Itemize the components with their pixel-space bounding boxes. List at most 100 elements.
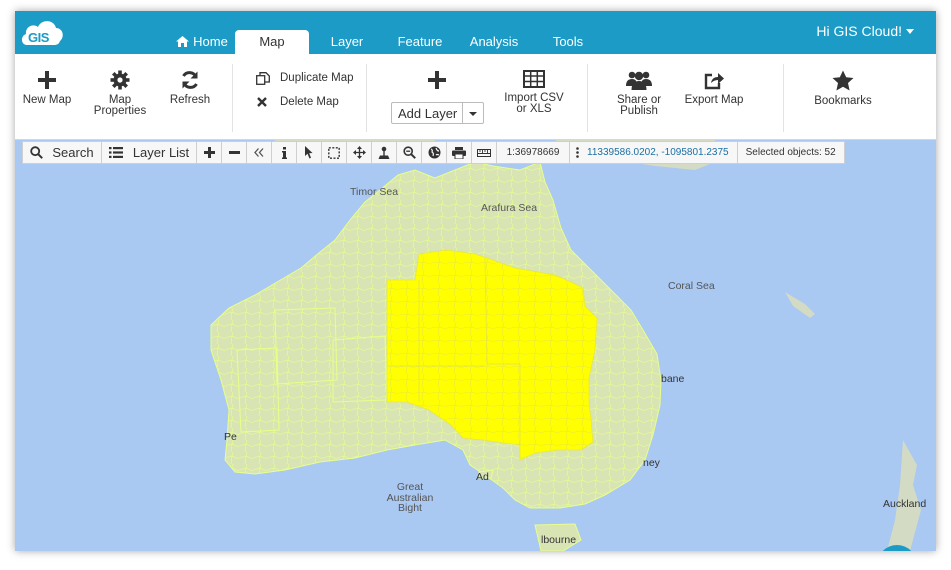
share-label-2: Publish [620, 105, 658, 117]
gear-icon [110, 70, 130, 90]
label-arafura-sea: Arafura Sea [481, 202, 538, 214]
tab-layer-label: Layer [330, 34, 364, 49]
import-csv-button[interactable]: Import CSV or XLS [499, 54, 569, 140]
zoom-in-button[interactable] [197, 142, 222, 163]
tab-map-label: Map [259, 34, 285, 49]
select-pointer-button[interactable] [297, 142, 322, 163]
users-icon [626, 71, 652, 90]
scale-value: 1:36978669 [506, 147, 560, 158]
delete-map-button[interactable]: Delete Map [256, 93, 366, 111]
kebab-menu-icon[interactable] [576, 147, 579, 158]
zoom-out-button[interactable] [222, 142, 247, 163]
duplicate-map-button[interactable]: Duplicate Map [256, 69, 366, 87]
refresh-icon [182, 71, 198, 89]
plus-icon [428, 71, 446, 89]
tab-layer[interactable]: Layer [315, 30, 379, 54]
refresh-label: Refresh [169, 94, 211, 106]
plus-icon [203, 147, 215, 158]
pin-button[interactable] [372, 142, 397, 163]
home-icon [176, 36, 190, 47]
tab-tools-label: Tools [552, 34, 584, 49]
pointer-icon [304, 146, 312, 159]
delete-map-label: Delete Map [280, 96, 339, 108]
refresh-button[interactable]: Refresh [163, 54, 217, 140]
tab-feature-label: Feature [397, 34, 443, 49]
box-select-button[interactable] [322, 142, 347, 163]
map-canvas[interactable]: Timor Sea Arafura Sea Coral Sea bane ney… [15, 140, 936, 551]
label-perth: Pe [224, 431, 237, 443]
bight-line-3: Bight [398, 502, 422, 514]
layer-list-button[interactable]: Layer List [102, 142, 197, 163]
search-label: Search [52, 145, 94, 160]
label-great-australian-bight: Great Australian Bight [375, 482, 445, 514]
map-properties-label-2: Properties [93, 105, 147, 117]
share-publish-button[interactable]: Share or Publish [607, 54, 671, 140]
new-map-button[interactable]: New Map [19, 54, 75, 140]
double-chevron-left-icon [254, 148, 264, 157]
tab-feature[interactable]: Feature [387, 30, 453, 54]
search-button[interactable]: Search [23, 142, 102, 163]
top-bar: GIS Home Map Layer Feature Analysis Tool… [15, 11, 936, 54]
print-button[interactable] [447, 142, 472, 163]
tab-home-label: Home [193, 34, 228, 49]
plus-icon [38, 71, 56, 89]
caret-down-icon [906, 29, 914, 34]
export-map-label: Export Map [684, 94, 744, 106]
tab-analysis-label: Analysis [469, 34, 519, 49]
selected-objects-count: Selected objects: 52 [738, 142, 844, 163]
star-icon [832, 70, 854, 91]
collapse-toolbar-button[interactable] [247, 142, 272, 163]
zoom-icon [402, 146, 416, 159]
label-melbourne: lbourne [541, 534, 577, 546]
import-label-2: or XLS [516, 103, 552, 115]
add-layer-plus-button[interactable] [417, 54, 457, 94]
user-greeting: Hi GIS Cloud! [816, 23, 902, 39]
app-window: GIS Home Map Layer Feature Analysis Tool… [15, 11, 936, 551]
coordinates-value: 11339586.0202, -1095801.2375 [587, 147, 729, 158]
globe-button[interactable] [422, 142, 447, 163]
export-map-button[interactable]: Export Map [679, 54, 749, 140]
tab-tools[interactable]: Tools [538, 30, 598, 54]
layer-list-label: Layer List [132, 145, 190, 160]
ruler-icon [477, 148, 491, 157]
tab-map[interactable]: Map [235, 30, 309, 54]
tab-home[interactable]: Home [167, 30, 237, 54]
measure-button[interactable] [472, 142, 497, 163]
ribbon-toolbar: New Map Map Properties Refresh Duplicate… [15, 54, 936, 140]
ribbon-divider [232, 64, 233, 132]
ribbon-divider [366, 64, 367, 132]
share-export-icon [704, 73, 724, 90]
map-scale: 1:36978669 [497, 142, 570, 163]
label-timor-sea: Timor Sea [350, 186, 399, 198]
printer-icon [452, 146, 466, 159]
search-icon [30, 146, 44, 159]
dashed-box-icon [328, 146, 340, 159]
selected-objects-label: Selected objects: 52 [745, 147, 836, 158]
close-icon [257, 97, 267, 107]
ribbon-divider [587, 64, 588, 132]
map-toolbar: Search Layer List 1:36978669 11339586.02… [22, 141, 845, 164]
move-icon [352, 146, 366, 159]
zoom-extent-button[interactable] [397, 142, 422, 163]
bookmarks-button[interactable]: Bookmarks [809, 54, 877, 140]
label-coral-sea: Coral Sea [668, 280, 715, 292]
user-menu[interactable]: Hi GIS Cloud! [816, 23, 914, 39]
minus-icon [228, 151, 240, 154]
pushpin-icon [378, 146, 390, 159]
new-map-label: New Map [22, 94, 72, 106]
map-graphic [15, 140, 936, 551]
gis-cloud-logo[interactable]: GIS [19, 15, 65, 51]
logo-text: GIS [28, 30, 49, 45]
caret-down-icon [469, 112, 477, 116]
duplicate-icon [256, 72, 270, 85]
duplicate-map-label: Duplicate Map [280, 72, 354, 84]
pan-button[interactable] [347, 142, 372, 163]
map-properties-button[interactable]: Map Properties [87, 54, 153, 140]
label-brisbane: bane [661, 373, 685, 385]
label-adelaide: Ad [476, 471, 489, 483]
tab-analysis[interactable]: Analysis [461, 30, 527, 54]
info-button[interactable] [272, 142, 297, 163]
info-icon [281, 146, 287, 159]
coordinates-display: 11339586.0202, -1095801.2375 [570, 142, 738, 163]
add-layer-dropdown[interactable]: Add Layer [391, 102, 484, 124]
